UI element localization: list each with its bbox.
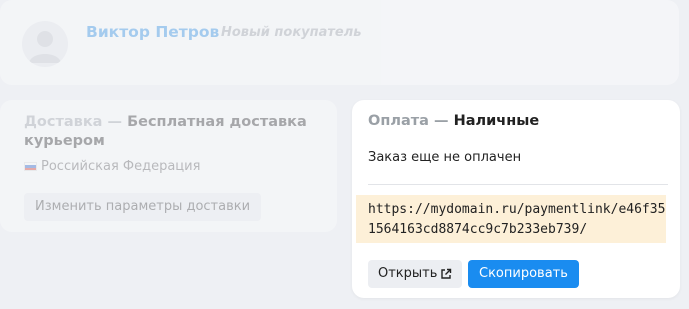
delivery-separator: — <box>102 114 128 130</box>
delivery-country-name: Российская Федерация <box>41 159 201 174</box>
customer-name[interactable]: Виктор Петров <box>86 23 219 41</box>
payment-status: Заказ еще не оплачен <box>368 150 522 165</box>
russia-flag-icon <box>24 162 37 171</box>
user-icon <box>29 31 61 63</box>
payment-separator: — <box>428 113 454 129</box>
open-link-button[interactable]: Открыть <box>368 260 463 288</box>
delivery-country: Российская Федерация <box>24 159 200 174</box>
avatar <box>22 21 68 67</box>
copy-link-button[interactable]: Скопировать <box>468 260 579 288</box>
divider <box>368 184 668 185</box>
customer-tag: Новый покупатель <box>221 25 362 40</box>
payment-label: Оплата <box>368 113 429 129</box>
delivery-card: Доставка — Бесплатная доставка курьером … <box>0 100 337 232</box>
payment-method: Наличные <box>453 113 540 129</box>
delivery-label: Доставка <box>24 114 103 130</box>
external-link-icon <box>441 268 452 279</box>
payment-card: Оплата — Наличные Заказ еще не оплачен h… <box>352 100 680 298</box>
open-link-label: Открыть <box>378 266 438 281</box>
change-delivery-button[interactable]: Изменить параметры доставки <box>24 193 262 221</box>
payment-title: Оплата — Наличные <box>368 113 539 129</box>
customer-card: Виктор Петров Новый покупатель <box>0 0 679 85</box>
delivery-title: Доставка — Бесплатная доставка курьером <box>24 113 314 151</box>
payment-link[interactable]: https://mydomain.ru/paymentlink/e46f3515… <box>356 195 666 243</box>
